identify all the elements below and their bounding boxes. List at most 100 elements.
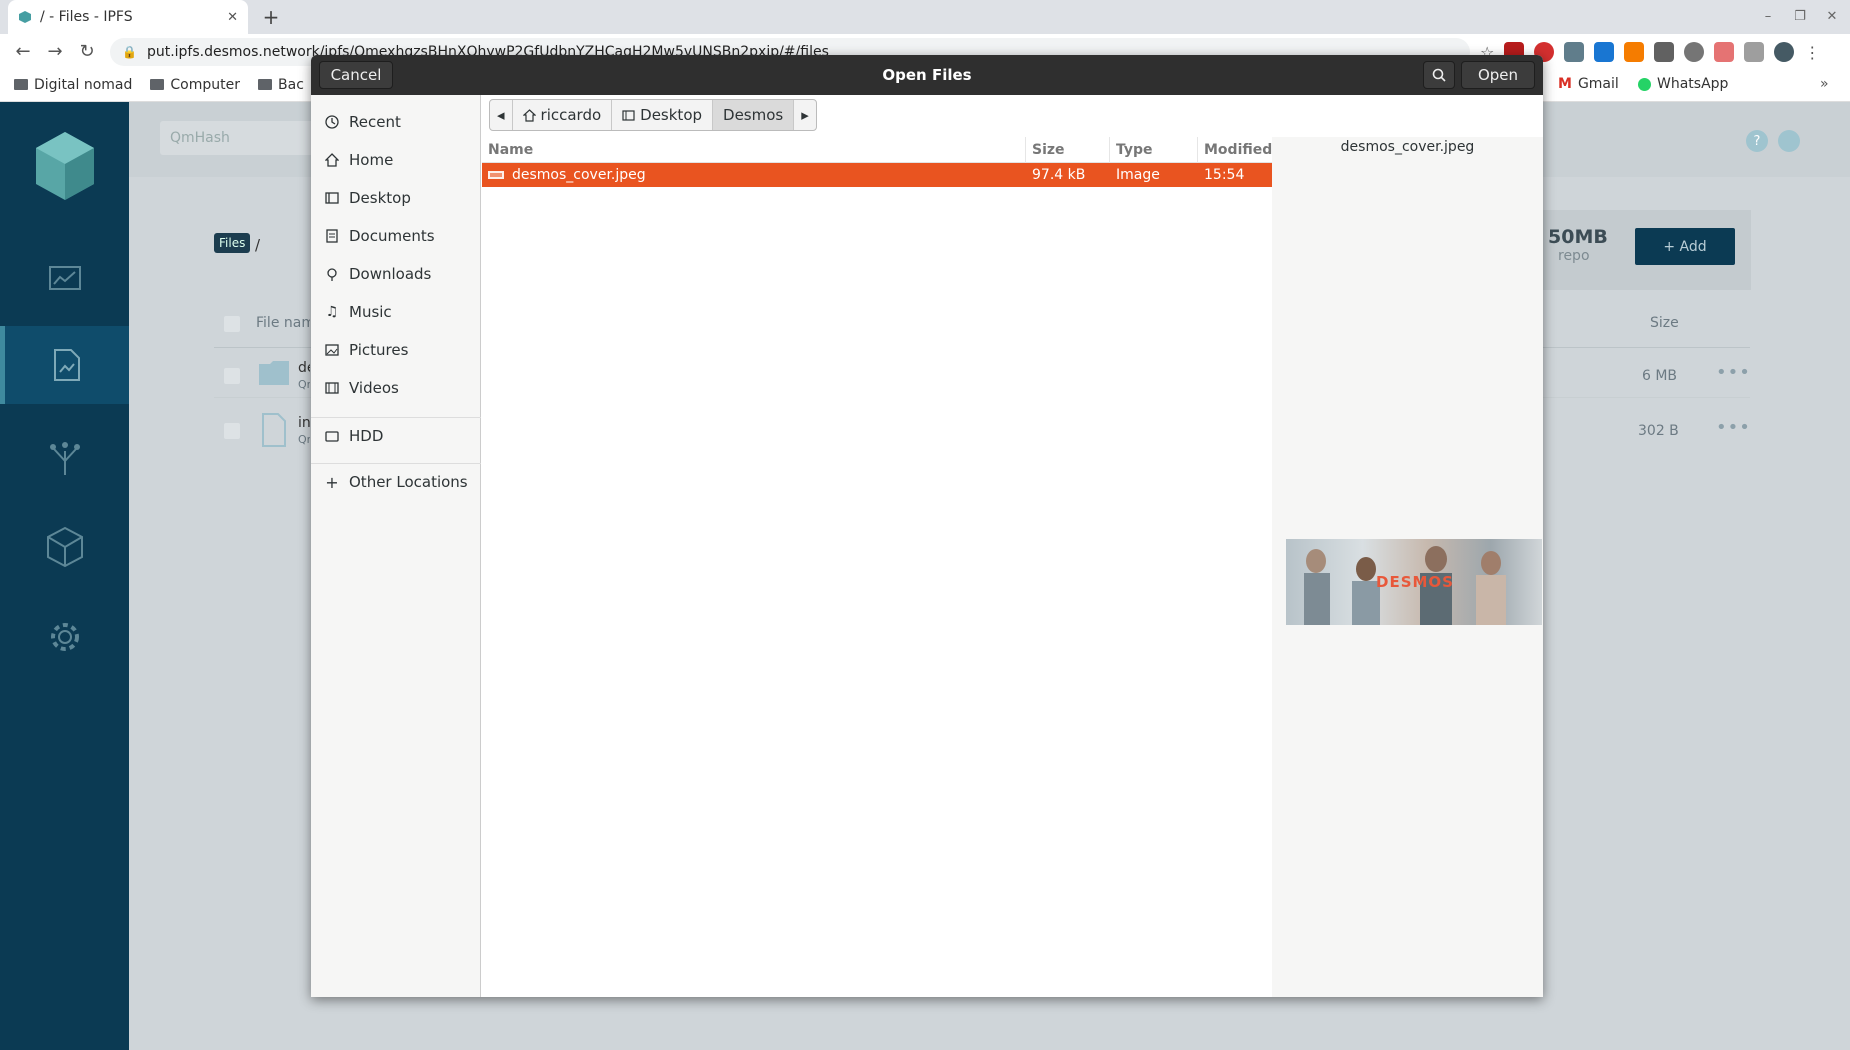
path-forward-icon[interactable]: ▸: [794, 100, 816, 130]
desktop-icon: [622, 109, 635, 122]
breadcrumb-separator: /: [255, 236, 261, 254]
drive-icon: [325, 429, 339, 443]
column-type[interactable]: Type: [1110, 137, 1198, 163]
video-icon: [325, 381, 339, 395]
back-icon[interactable]: ←: [10, 38, 36, 64]
row-name[interactable]: in: [298, 415, 310, 431]
extension-icon[interactable]: [1684, 42, 1705, 62]
add-button[interactable]: + Add: [1635, 228, 1735, 265]
extension-icon[interactable]: [1654, 42, 1675, 62]
path-crumb-home[interactable]: riccardo: [513, 100, 613, 130]
place-videos[interactable]: Videos: [311, 369, 481, 407]
row-hash: Qm: [298, 378, 310, 391]
minimize-icon[interactable]: –: [1755, 5, 1781, 27]
tab-title: / - Files - IPFS: [40, 9, 133, 25]
search-button[interactable]: [1423, 61, 1455, 89]
column-size[interactable]: Size: [1650, 315, 1679, 331]
bookmark-whatsapp[interactable]: WhatsApp: [1638, 76, 1728, 92]
browser-tab[interactable]: / - Files - IPFS ✕: [8, 0, 248, 34]
search-icon: [1432, 68, 1446, 82]
place-downloads[interactable]: Downloads: [311, 255, 481, 293]
column-file-name[interactable]: File name: [256, 315, 310, 331]
folder-icon: [14, 79, 28, 90]
place-music[interactable]: ♫ Music: [311, 293, 481, 331]
select-all-checkbox[interactable]: [224, 316, 240, 332]
row-size: 302 B: [1638, 423, 1679, 439]
place-home[interactable]: Home: [311, 141, 481, 179]
file-name-cell: desmos_cover.jpeg: [482, 163, 1026, 187]
menu-icon[interactable]: ⋮: [1804, 43, 1820, 62]
dialog-header: [311, 55, 1543, 95]
extension-icon[interactable]: [1564, 42, 1585, 62]
file-row[interactable]: desmos_cover.jpeg 97.4 kB Image 15:54: [482, 163, 1272, 187]
bookmark-digital-nomad[interactable]: Digital nomad: [14, 77, 132, 93]
picture-icon: [325, 343, 339, 357]
plus-icon: +: [325, 472, 339, 492]
preview-image: DESMOS: [1286, 539, 1542, 625]
reload-icon[interactable]: ↻: [74, 38, 100, 64]
open-button[interactable]: Open: [1461, 61, 1535, 89]
places-sidebar: Recent Home Desktop Documents Downloads …: [311, 95, 481, 997]
cancel-button[interactable]: Cancel: [319, 61, 393, 89]
place-recent[interactable]: Recent: [311, 103, 481, 141]
restore-icon[interactable]: ❐: [1787, 5, 1813, 27]
bookmark-computer[interactable]: Computer: [150, 77, 240, 93]
clock-icon: [325, 115, 339, 129]
breadcrumb-files[interactable]: Files: [214, 233, 251, 253]
path-crumb-desktop[interactable]: Desktop: [612, 100, 714, 130]
nav-files-icon[interactable]: [0, 326, 129, 404]
path-bar: ◂ riccardo Desktop Desmos ▸: [489, 99, 817, 131]
place-other-locations[interactable]: + Other Locations: [311, 463, 481, 501]
column-modified[interactable]: Modified▲: [1198, 137, 1283, 163]
bookmarks-overflow-icon[interactable]: »: [1820, 76, 1829, 92]
whatsapp-icon: [1638, 77, 1651, 91]
file-modified-cell: 15:54: [1204, 167, 1245, 183]
bookmark-bac[interactable]: Bac: [258, 77, 304, 93]
extension-icon[interactable]: [1744, 42, 1765, 62]
folder-icon: [258, 79, 273, 90]
avatar[interactable]: [1774, 42, 1795, 62]
column-size[interactable]: Size: [1026, 137, 1110, 163]
bookmark-gmail[interactable]: M Gmail: [1558, 76, 1619, 92]
home-icon: [325, 153, 339, 167]
row-size: 6 MB: [1642, 368, 1678, 384]
file-list-header: Name Size Type Modified▲: [482, 137, 1283, 163]
path-crumb-current[interactable]: Desmos: [713, 100, 795, 130]
row-more-icon[interactable]: •••: [1716, 417, 1751, 438]
close-window-icon[interactable]: ✕: [1819, 5, 1845, 27]
lock-icon: 🔒: [122, 45, 137, 59]
extension-icon[interactable]: [1714, 42, 1735, 62]
extension-icon[interactable]: [1594, 42, 1615, 62]
nav-settings-icon[interactable]: [0, 598, 129, 676]
nav-status-icon[interactable]: [0, 240, 129, 318]
place-pictures[interactable]: Pictures: [311, 331, 481, 369]
ipfs-logo-icon: [34, 130, 96, 202]
desktop-icon: [325, 191, 339, 205]
column-name[interactable]: Name: [482, 137, 1026, 163]
row-checkbox[interactable]: [224, 368, 240, 384]
new-tab-button[interactable]: +: [258, 4, 284, 30]
row-hash: Qm: [298, 433, 310, 446]
metamask-icon[interactable]: [1624, 42, 1645, 62]
row-checkbox[interactable]: [224, 423, 240, 439]
folder-icon: [150, 79, 165, 90]
nav-peers-icon[interactable]: [0, 508, 129, 586]
path-back-icon[interactable]: ◂: [490, 100, 513, 130]
place-documents[interactable]: Documents: [311, 217, 481, 255]
row-name[interactable]: de: [298, 360, 310, 376]
close-tab-icon[interactable]: ✕: [227, 10, 238, 25]
file-type-cell: Image: [1116, 167, 1160, 183]
file-size-cell: 97.4 kB: [1032, 167, 1086, 183]
place-hdd[interactable]: HDD: [311, 417, 481, 455]
music-icon: ♫: [325, 304, 339, 320]
place-desktop[interactable]: Desktop: [311, 179, 481, 217]
forward-icon[interactable]: →: [42, 38, 68, 64]
help-icon[interactable]: ?: [1746, 130, 1768, 152]
home-icon: [522, 108, 536, 122]
nav-explore-icon[interactable]: [0, 418, 129, 496]
row-more-icon[interactable]: •••: [1716, 362, 1751, 383]
open-files-dialog: Open Files Cancel Open Recent Home Deskt…: [311, 55, 1543, 997]
repo-label: repo: [1558, 248, 1590, 264]
file-icon: [262, 413, 286, 447]
connection-status-icon[interactable]: [1778, 130, 1800, 152]
